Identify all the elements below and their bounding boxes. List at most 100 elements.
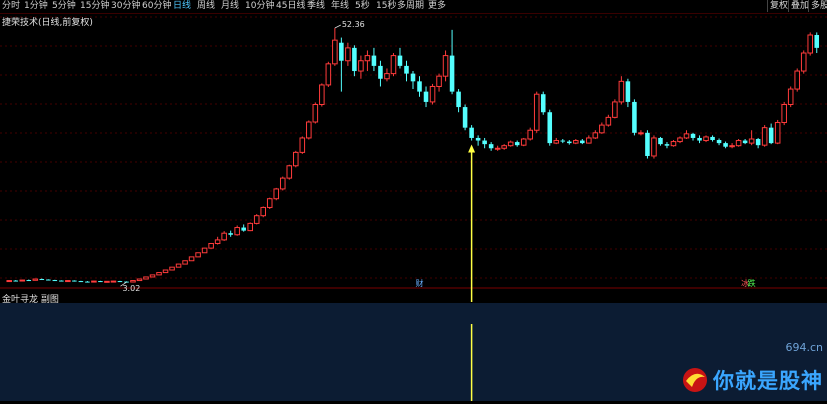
candle: [325, 61, 332, 87]
period-tab-1[interactable]: 1分钟: [24, 1, 48, 12]
period-tab-15[interactable]: 多周期: [397, 1, 424, 12]
candlestick-chart[interactable]: 52.363.02财 冰跌: [0, 14, 827, 303]
candle-body: [228, 233, 233, 235]
candle-body: [234, 227, 240, 236]
candle-body: [78, 281, 84, 283]
period-tab-8[interactable]: 月线: [221, 1, 239, 12]
candle-body: [612, 101, 618, 118]
candle: [195, 252, 201, 258]
candle: [794, 68, 800, 92]
candle-body: [378, 65, 383, 79]
candle-body: [690, 133, 696, 138]
candle: [703, 135, 709, 143]
candle: [527, 127, 533, 141]
period-tab-12[interactable]: 年线: [331, 1, 349, 12]
candle-body: [417, 81, 422, 92]
candle-body: [325, 63, 332, 86]
candle: [683, 130, 690, 139]
candle: [364, 50, 371, 72]
candle: [410, 71, 416, 90]
candle: [253, 214, 260, 225]
period-tab-13[interactable]: 5秒: [355, 1, 370, 12]
candle-body: [429, 85, 436, 103]
candle: [670, 140, 677, 147]
candle-body: [547, 112, 553, 144]
period-tab-4[interactable]: 30分钟: [111, 1, 140, 12]
candle-body: [410, 73, 416, 82]
candle-body: [19, 279, 26, 282]
period-tab-6[interactable]: 日线: [173, 1, 191, 12]
candle-body: [175, 263, 182, 268]
candle: [567, 140, 572, 145]
period-tab-2[interactable]: 5分钟: [52, 1, 76, 12]
period-tab-10[interactable]: 45日线: [276, 1, 305, 12]
candle-body: [286, 165, 293, 179]
right-tab-2[interactable]: 多股: [808, 0, 827, 12]
candle-body: [755, 138, 761, 146]
candle: [6, 280, 13, 283]
period-tab-16[interactable]: 更多: [428, 1, 446, 12]
candle-body: [221, 232, 227, 241]
candle: [488, 142, 494, 151]
candle-body: [85, 281, 90, 283]
candle: [814, 32, 820, 54]
high-label-pointer: [334, 24, 342, 29]
period-tab-0[interactable]: 分时: [2, 1, 20, 12]
candle: [586, 135, 592, 144]
candle-body: [319, 84, 325, 105]
candle: [72, 280, 77, 282]
candle-body: [312, 103, 319, 123]
candle-body: [364, 55, 371, 62]
candle-body: [456, 91, 461, 108]
candle: [78, 280, 84, 283]
candle-body: [540, 94, 546, 113]
candle-body: [423, 91, 429, 102]
signal-arrow-head: [468, 144, 476, 153]
candle-body: [787, 88, 794, 105]
candle: [436, 73, 442, 92]
candle-body: [188, 256, 195, 262]
candle-body: [716, 140, 722, 144]
right-tab-0[interactable]: 复权: [767, 0, 790, 12]
candle-body: [404, 65, 409, 74]
period-tab-9[interactable]: 10分钟: [245, 1, 274, 12]
candle-body: [156, 272, 162, 276]
candle-body: [670, 141, 677, 147]
candle-body: [469, 127, 474, 138]
period-tab-3[interactable]: 15分钟: [80, 1, 109, 12]
period-tab-7[interactable]: 周线: [197, 1, 215, 12]
candle: [533, 91, 540, 133]
candle: [299, 136, 306, 154]
candle: [677, 136, 683, 144]
candle-body: [110, 280, 117, 283]
period-tab-14[interactable]: 15秒: [376, 1, 396, 12]
candle: [208, 242, 214, 249]
period-tab-5[interactable]: 60分钟: [142, 1, 171, 12]
candle-body: [560, 140, 566, 142]
candle-body: [214, 239, 221, 244]
candle-body: [573, 140, 579, 144]
candle-body: [241, 227, 246, 231]
candle-body: [279, 177, 286, 190]
candle: [645, 130, 650, 159]
candle-body: [527, 129, 533, 140]
candle: [117, 280, 123, 283]
candle-body: [442, 55, 449, 77]
candle-body: [260, 206, 267, 217]
candle: [618, 76, 625, 105]
period-tab-11[interactable]: 季线: [307, 1, 325, 12]
candle: [214, 236, 221, 245]
candle-body: [449, 55, 455, 92]
candle-body: [91, 280, 97, 283]
candle-body: [6, 280, 13, 283]
candle-body: [651, 137, 657, 157]
candle: [279, 176, 286, 191]
candle-body: [507, 141, 514, 147]
candle-body: [436, 75, 442, 87]
candle: [266, 197, 273, 210]
candle: [221, 231, 227, 241]
candle-body: [494, 147, 501, 150]
candle: [729, 143, 735, 149]
candle-body: [299, 137, 306, 153]
candle: [110, 280, 117, 283]
